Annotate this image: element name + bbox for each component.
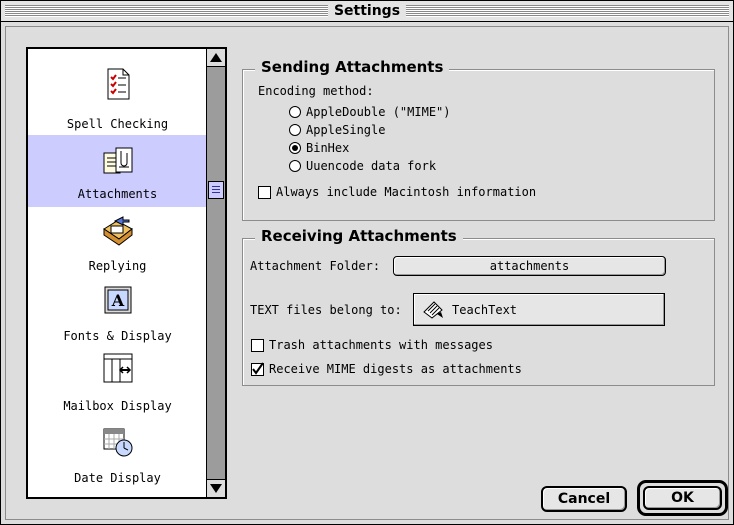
- radio-uuencode[interactable]: Uuencode data fork: [289, 158, 436, 174]
- sidebar-item-replying[interactable]: Replying: [28, 207, 207, 279]
- radio-applesingle[interactable]: AppleSingle: [289, 122, 385, 138]
- scroll-up-arrow-icon[interactable]: [207, 49, 225, 67]
- checkbox-box[interactable]: [258, 185, 271, 199]
- sending-attachments-title: Sending Attachments: [255, 58, 450, 76]
- scroll-thumb[interactable]: [208, 181, 224, 199]
- receiving-attachments-title: Receiving Attachments: [255, 227, 463, 245]
- sidebar-item-date-display[interactable]: Date Display: [28, 419, 207, 491]
- radio-label: BinHex: [306, 141, 350, 155]
- sidebar-item-label: Attachments: [77, 187, 158, 201]
- trash-attachments-checkbox[interactable]: Trash attachments with messages: [251, 337, 493, 353]
- checkbox-box[interactable]: [251, 338, 264, 352]
- teachtext-app-icon: [422, 300, 446, 320]
- radio-circle[interactable]: [289, 124, 301, 136]
- list-scrollbar[interactable]: [206, 49, 225, 497]
- sidebar-item-label: Replying: [88, 259, 147, 273]
- cancel-button[interactable]: Cancel: [541, 486, 627, 512]
- spell-checking-icon: [101, 67, 135, 101]
- text-files-app-button[interactable]: TeachText: [413, 293, 665, 326]
- category-items: Spell Checking Attachments Replying A Fo…: [28, 49, 207, 497]
- mailbox-display-icon: [101, 351, 135, 385]
- fonts-display-icon: A: [101, 283, 135, 317]
- always-include-mac-info-checkbox[interactable]: Always include Macintosh information: [258, 184, 536, 200]
- sidebar-item-label: Fonts & Display: [63, 329, 172, 343]
- radio-circle[interactable]: [289, 160, 301, 172]
- sidebar-item-attachments[interactable]: Attachments: [28, 135, 207, 207]
- checkbox-label: Trash attachments with messages: [269, 338, 493, 352]
- radio-circle-selected[interactable]: [289, 142, 301, 154]
- radio-appledouble[interactable]: AppleDouble ("MIME"): [289, 104, 451, 120]
- settings-category-list: Spell Checking Attachments Replying A Fo…: [26, 47, 227, 499]
- ok-button[interactable]: OK: [643, 486, 722, 510]
- svg-text:A: A: [110, 291, 124, 310]
- sidebar-item-label: Spell Checking: [66, 117, 169, 131]
- attachment-folder-button[interactable]: attachments: [393, 256, 666, 276]
- checkmark-icon: [252, 361, 264, 375]
- attachment-folder-value: attachments: [489, 259, 570, 273]
- window-title: Settings: [327, 2, 407, 20]
- radio-binhex[interactable]: BinHex: [289, 140, 349, 156]
- replying-icon: [101, 213, 135, 247]
- attachment-folder-label: Attachment Folder:: [250, 259, 381, 273]
- attachments-icon: [101, 145, 135, 179]
- sidebar-item-spell-checking[interactable]: Spell Checking: [28, 65, 207, 137]
- title-bar[interactable]: Settings: [1, 1, 733, 22]
- sending-attachments-group: Sending Attachments Encoding method: App…: [242, 58, 715, 221]
- checkbox-label: Always include Macintosh information: [276, 185, 537, 199]
- sidebar-item-label: Mailbox Display: [63, 399, 172, 413]
- settings-content: Spell Checking Attachments Replying A Fo…: [5, 26, 729, 520]
- radio-label: AppleSingle: [306, 123, 386, 137]
- radio-label: AppleDouble ("MIME"): [306, 105, 451, 119]
- receive-mime-digests-checkbox[interactable]: Receive MIME digests as attachments: [251, 361, 522, 377]
- receiving-attachments-group: Receiving Attachments Attachment Folder:…: [242, 227, 715, 386]
- sidebar-item-mailbox-display[interactable]: Mailbox Display: [28, 347, 207, 419]
- scroll-down-arrow-icon[interactable]: [207, 479, 225, 497]
- checkbox-box-checked[interactable]: [251, 361, 264, 376]
- text-files-label: TEXT files belong to:: [250, 303, 402, 317]
- settings-window: Settings Spell Checking Attachments Repl…: [0, 0, 734, 525]
- sidebar-item-label: Date Display: [74, 471, 161, 485]
- text-files-app-name: TeachText: [452, 302, 518, 317]
- sidebar-item-fonts-display[interactable]: A Fonts & Display: [28, 277, 207, 349]
- checkbox-label: Receive MIME digests as attachments: [269, 362, 522, 376]
- radio-circle[interactable]: [289, 106, 301, 118]
- date-display-icon: [101, 425, 135, 459]
- radio-label: Uuencode data fork: [306, 159, 437, 173]
- encoding-method-label: Encoding method:: [258, 84, 374, 98]
